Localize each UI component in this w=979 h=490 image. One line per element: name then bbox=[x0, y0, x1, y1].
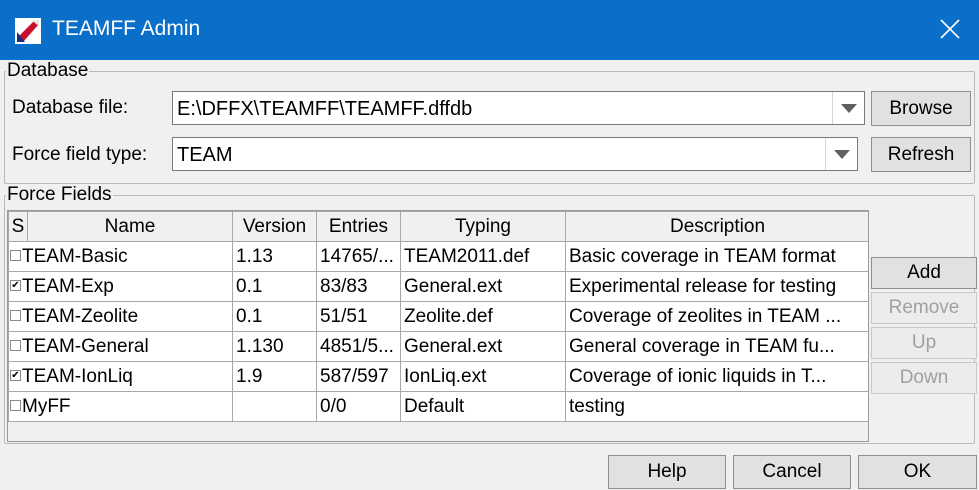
row-version: 1.130 bbox=[232, 331, 317, 362]
table-header-row: S Name Version Entries Typing Descriptio… bbox=[8, 211, 868, 242]
add-button[interactable]: Add bbox=[871, 257, 977, 289]
chevron-down-icon bbox=[841, 104, 857, 113]
row-entries: 83/83 bbox=[316, 271, 401, 302]
row-name: TEAM-Basic bbox=[22, 245, 128, 267]
table-row[interactable]: ✔ TEAM-IonLiq 1.9 587/597 IonLiq.ext Cove… bbox=[8, 361, 868, 392]
row-entries: 14765/... bbox=[316, 241, 401, 272]
row-checkbox[interactable] bbox=[10, 309, 21, 321]
row-description: testing bbox=[565, 391, 868, 422]
database-file-combo[interactable]: E:\DFFX\TEAMFF\TEAMFF.dffdb bbox=[172, 91, 865, 125]
close-icon bbox=[940, 19, 960, 39]
database-file-label: Database file: bbox=[12, 97, 129, 118]
row-typing: Default bbox=[400, 391, 566, 422]
row-name: MyFF bbox=[22, 395, 71, 417]
row-version: 1.9 bbox=[232, 361, 317, 392]
force-fields-legend: Force Fields bbox=[7, 184, 112, 205]
dialog-button-bar: Help Cancel OK bbox=[0, 453, 979, 490]
row-name: TEAM-IonLiq bbox=[22, 365, 133, 387]
remove-button[interactable]: Remove bbox=[871, 292, 977, 324]
row-description: Coverage of ionic liquids in T... bbox=[565, 361, 868, 392]
row-checkbox[interactable] bbox=[10, 399, 21, 411]
table-row[interactable]: TEAM-Basic 1.13 14765/... TEAM2011.def B… bbox=[8, 241, 868, 272]
row-name-cell[interactable]: ✔ TEAM-IonLiq bbox=[8, 361, 233, 392]
row-typing: TEAM2011.def bbox=[400, 241, 566, 272]
window-title: TEAMFF Admin bbox=[52, 17, 201, 40]
force-fields-table[interactable]: S Name Version Entries Typing Descriptio… bbox=[7, 210, 869, 442]
row-description: Coverage of zeolites in TEAM ... bbox=[565, 301, 868, 332]
table-row[interactable]: ✔ TEAM-Exp 0.1 83/83 General.ext Experime… bbox=[8, 271, 868, 302]
row-entries: 587/597 bbox=[316, 361, 401, 392]
table-row[interactable]: TEAM-General 1.130 4851/5... General.ext… bbox=[8, 331, 868, 362]
row-version bbox=[232, 391, 317, 422]
row-typing: Zeolite.def bbox=[400, 301, 566, 332]
row-name-cell[interactable]: MyFF bbox=[8, 391, 233, 422]
row-name-cell[interactable]: TEAM-Basic bbox=[8, 241, 233, 272]
chevron-down-icon bbox=[834, 150, 850, 159]
row-description: Basic coverage in TEAM format bbox=[565, 241, 868, 272]
row-checkbox[interactable]: ✔ bbox=[10, 369, 21, 381]
force-field-type-label: Force field type: bbox=[12, 144, 148, 165]
row-version: 0.1 bbox=[232, 271, 317, 302]
row-checkbox[interactable]: ✔ bbox=[10, 279, 21, 291]
row-typing: General.ext bbox=[400, 331, 566, 362]
row-typing: General.ext bbox=[400, 271, 566, 302]
column-header-typing[interactable]: Typing bbox=[400, 211, 566, 242]
row-name: TEAM-General bbox=[22, 335, 149, 357]
database-file-value[interactable]: E:\DFFX\TEAMFF\TEAMFF.dffdb bbox=[177, 98, 472, 121]
row-name: TEAM-Exp bbox=[22, 275, 114, 297]
row-entries: 4851/5... bbox=[316, 331, 401, 362]
title-bar[interactable]: TEAMFF Admin bbox=[0, 0, 979, 60]
column-header-select[interactable]: S bbox=[8, 211, 28, 242]
force-field-type-combo[interactable]: TEAM bbox=[172, 137, 858, 171]
column-header-name[interactable]: Name bbox=[27, 211, 233, 242]
row-name-cell[interactable]: TEAM-Zeolite bbox=[8, 301, 233, 332]
force-field-type-dropdown-button[interactable] bbox=[825, 138, 857, 170]
column-header-version[interactable]: Version bbox=[232, 211, 317, 242]
browse-button[interactable]: Browse bbox=[871, 91, 971, 126]
column-header-description[interactable]: Description bbox=[565, 211, 868, 242]
table-row[interactable]: MyFF 0/0 Default testing bbox=[8, 391, 868, 422]
row-entries: 0/0 bbox=[316, 391, 401, 422]
row-version: 0.1 bbox=[232, 301, 317, 332]
row-typing: IonLiq.ext bbox=[400, 361, 566, 392]
row-checkbox[interactable] bbox=[10, 339, 21, 351]
force-field-type-value[interactable]: TEAM bbox=[177, 144, 233, 167]
ok-button[interactable]: OK bbox=[858, 455, 977, 489]
row-checkbox[interactable] bbox=[10, 249, 21, 261]
row-description: General coverage in TEAM fu... bbox=[565, 331, 868, 362]
table-row[interactable]: TEAM-Zeolite 0.1 51/51 Zeolite.def Cover… bbox=[8, 301, 868, 332]
cancel-button[interactable]: Cancel bbox=[733, 455, 851, 489]
database-file-dropdown-button[interactable] bbox=[832, 92, 864, 124]
row-name: TEAM-Zeolite bbox=[22, 305, 139, 327]
row-version: 1.13 bbox=[232, 241, 317, 272]
teamff-app-icon bbox=[15, 18, 41, 44]
database-legend: Database bbox=[7, 60, 89, 81]
row-name-cell[interactable]: TEAM-General bbox=[8, 331, 233, 362]
close-button[interactable] bbox=[922, 0, 979, 60]
row-description: Experimental release for testing bbox=[565, 271, 868, 302]
row-name-cell[interactable]: ✔ TEAM-Exp bbox=[8, 271, 233, 302]
row-entries: 51/51 bbox=[316, 301, 401, 332]
column-header-entries[interactable]: Entries bbox=[316, 211, 401, 242]
down-button[interactable]: Down bbox=[871, 362, 977, 394]
up-button[interactable]: Up bbox=[871, 327, 977, 359]
refresh-button[interactable]: Refresh bbox=[871, 137, 971, 172]
help-button[interactable]: Help bbox=[608, 455, 726, 489]
